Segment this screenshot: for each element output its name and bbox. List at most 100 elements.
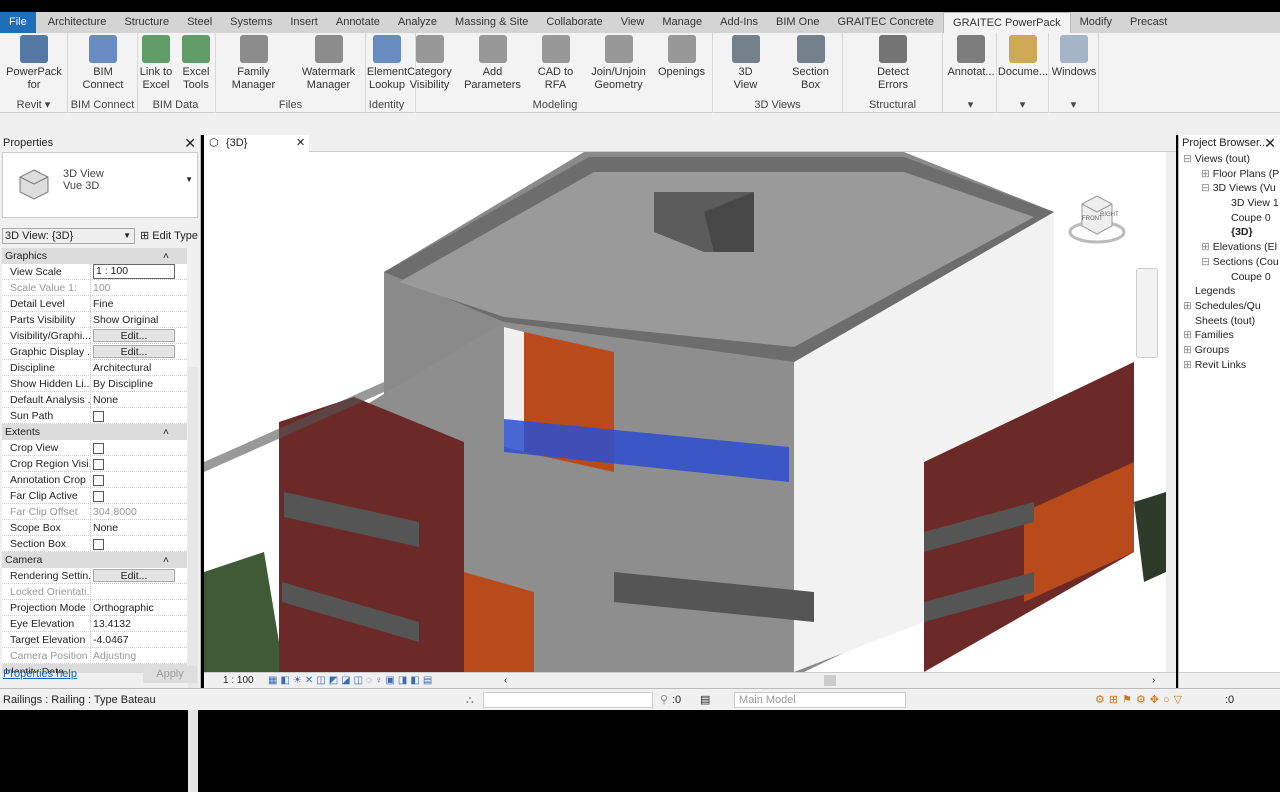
property-value[interactable] xyxy=(91,408,187,423)
checkbox[interactable] xyxy=(93,458,104,470)
browser-item[interactable]: ⊟ Views (tout) xyxy=(1179,152,1280,167)
ribbon-button[interactable]: Docume... xyxy=(997,35,1049,79)
tab-massing-site[interactable]: Massing & Site xyxy=(446,12,537,33)
navigation-bar[interactable] xyxy=(1136,268,1158,358)
browser-item[interactable]: {3D} xyxy=(1179,225,1280,240)
tab-file[interactable]: File xyxy=(0,12,36,33)
tab-add-ins[interactable]: Add-Ins xyxy=(711,12,767,33)
browser-item[interactable]: Coupe 0 xyxy=(1179,270,1280,285)
browser-item[interactable]: ⊞ Groups xyxy=(1179,343,1280,358)
tab-collaborate[interactable]: Collaborate xyxy=(537,12,611,33)
ribbon-button[interactable]: Windows xyxy=(1049,35,1099,79)
edit-button[interactable]: Edit... xyxy=(93,329,175,342)
ribbon-button[interactable]: Join/Unjoin Geometry xyxy=(587,35,650,92)
checkbox[interactable] xyxy=(93,474,104,486)
property-value[interactable]: -4.0467 xyxy=(91,632,187,647)
edit-button[interactable]: Edit... xyxy=(93,569,175,582)
ribbon-button[interactable]: Category Visibility xyxy=(398,35,461,92)
checkbox[interactable] xyxy=(93,538,104,550)
browser-item[interactable]: ⊞ Schedules/Qu xyxy=(1179,299,1280,314)
browser-item[interactable]: ⊞ Floor Plans (P xyxy=(1179,167,1280,182)
properties-help-link[interactable]: Properties help xyxy=(3,668,77,680)
property-value[interactable]: Edit... xyxy=(91,344,187,359)
view-tab-3d[interactable]: ⬡ {3D} ✕ xyxy=(204,135,309,152)
selection-option-icons[interactable]: ⚙⊞⚑⚙✥○▽ xyxy=(1095,689,1186,711)
browser-item[interactable]: ⊟ Sections (Cou xyxy=(1179,255,1280,270)
property-value[interactable] xyxy=(91,536,187,551)
close-icon[interactable]: ✕ xyxy=(1264,135,1276,152)
property-value[interactable]: 13.4132 xyxy=(91,616,187,631)
property-value[interactable]: Show Original xyxy=(91,312,187,327)
property-value[interactable] xyxy=(91,472,187,487)
ribbon-button[interactable]: Watermark Manager xyxy=(291,35,366,92)
ribbon-button[interactable]: Link to Excel xyxy=(136,35,176,92)
ribbon-button[interactable]: Detect Errors xyxy=(843,35,943,92)
close-icon[interactable]: ✕ xyxy=(296,135,305,152)
tab-view[interactable]: View xyxy=(612,12,654,33)
property-value[interactable]: By Discipline xyxy=(91,376,187,391)
property-value[interactable] xyxy=(91,488,187,503)
collapse-icon[interactable]: ⊟ xyxy=(1183,153,1195,165)
browser-item[interactable]: ⊟ 3D Views (Vu xyxy=(1179,181,1280,196)
checkbox[interactable] xyxy=(93,442,104,454)
expand-icon[interactable]: ⊞ xyxy=(1183,300,1195,312)
property-value[interactable]: Edit... xyxy=(91,568,187,583)
tab-annotate[interactable]: Annotate xyxy=(327,12,389,33)
collapse-icon[interactable]: ⊟ xyxy=(1201,182,1213,194)
expand-icon[interactable]: ⊞ xyxy=(1201,168,1213,180)
section-header[interactable]: Camera xyxy=(2,552,187,568)
ribbon-button[interactable]: PowerPack for xyxy=(0,35,68,92)
apply-button[interactable]: Apply xyxy=(143,666,197,683)
expand-icon[interactable]: ⊞ xyxy=(1183,344,1195,356)
scroll-right-icon[interactable]: › xyxy=(1152,673,1155,689)
tab-graitec-powerpack[interactable]: GRAITEC PowerPack xyxy=(943,12,1071,33)
property-value[interactable]: Edit... xyxy=(91,328,187,343)
ribbon-button[interactable]: Add Parameters xyxy=(461,35,524,92)
workset-dropdown[interactable] xyxy=(483,692,653,708)
section-header[interactable]: Extents xyxy=(2,424,187,440)
property-value[interactable]: Fine xyxy=(91,296,187,311)
tab-precast[interactable]: Precast xyxy=(1121,12,1176,33)
type-selector[interactable]: 3D View Vue 3D ▼ xyxy=(2,152,198,218)
tab-graitec-concrete[interactable]: GRAITEC Concrete xyxy=(828,12,943,33)
3d-model-canvas[interactable]: FRONT RIGHT xyxy=(204,152,1166,672)
browser-scrollbar[interactable] xyxy=(1179,672,1280,688)
tab-architecture[interactable]: Architecture xyxy=(39,12,116,33)
design-option-dropdown[interactable]: Main Model xyxy=(734,692,906,708)
ribbon-button[interactable]: Excel Tools xyxy=(176,35,216,92)
ribbon-button[interactable]: BIM Connect xyxy=(68,35,138,92)
view-scale[interactable]: 1 : 100 xyxy=(223,673,254,689)
property-value[interactable]: None xyxy=(91,392,187,407)
ribbon-button[interactable]: Family Manager xyxy=(216,35,291,92)
browser-item[interactable]: ⊞ Elevations (El xyxy=(1179,240,1280,255)
edit-type-button[interactable]: ⊞ Edit Type xyxy=(140,228,198,244)
tab-steel[interactable]: Steel xyxy=(178,12,221,33)
property-value[interactable]: Orthographic xyxy=(91,600,187,615)
browser-item[interactable]: 3D View 1 xyxy=(1179,196,1280,211)
tab-structure[interactable]: Structure xyxy=(115,12,178,33)
expand-icon[interactable]: ⊞ xyxy=(1183,329,1195,341)
properties-scrollbar[interactable] xyxy=(188,367,198,792)
property-value[interactable]: 1 : 100 xyxy=(91,264,187,279)
ribbon-button[interactable]: Section Box xyxy=(778,35,843,92)
tab-analyze[interactable]: Analyze xyxy=(389,12,446,33)
viewcube[interactable]: FRONT RIGHT xyxy=(1068,190,1126,248)
property-value[interactable] xyxy=(91,440,187,455)
tab-manage[interactable]: Manage xyxy=(653,12,711,33)
checkbox[interactable] xyxy=(93,490,104,502)
ribbon-button[interactable]: Openings xyxy=(650,35,713,79)
property-value[interactable] xyxy=(91,456,187,471)
expand-icon[interactable]: ⊞ xyxy=(1183,359,1195,371)
tab-bim-one[interactable]: BIM One xyxy=(767,12,828,33)
edit-button[interactable]: Edit... xyxy=(93,345,175,358)
tab-systems[interactable]: Systems xyxy=(221,12,281,33)
expand-icon[interactable]: ⊞ xyxy=(1201,241,1213,253)
browser-item[interactable]: ⊞ Revit Links xyxy=(1179,358,1280,373)
section-header[interactable]: Graphics xyxy=(2,248,187,264)
view-control-icons[interactable]: ▦◧☀✕◫◩◪◫◌♀▣◨◧▤ xyxy=(268,673,435,689)
chevron-down-icon[interactable]: ▼ xyxy=(185,175,193,184)
instance-selector[interactable]: 3D View: {3D} ▼ xyxy=(2,228,135,244)
tab-insert[interactable]: Insert xyxy=(281,12,327,33)
browser-item[interactable]: Coupe 0 xyxy=(1179,211,1280,226)
ribbon-button[interactable]: Annotat... xyxy=(945,35,997,79)
